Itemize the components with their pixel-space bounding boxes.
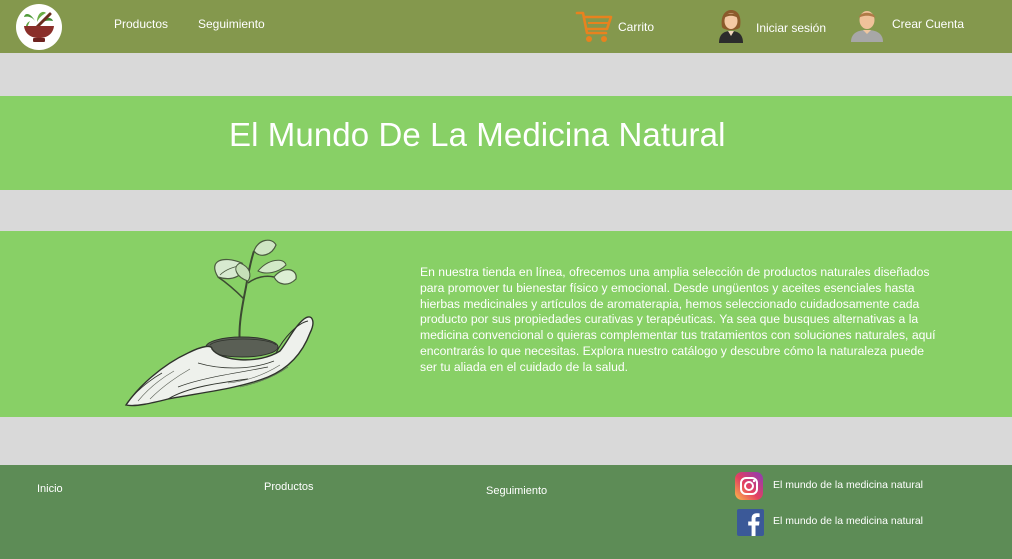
page-title: El Mundo De La Medicina Natural [229,116,726,153]
nav-link-iniciar-sesion[interactable]: Iniciar sesión [756,21,826,35]
nav-link-seguimiento[interactable]: Seguimiento [198,17,265,31]
footer-link-seguimiento[interactable]: Seguimiento [486,485,547,497]
woman-avatar-icon[interactable] [712,9,750,43]
hand-holding-plant-illustration [108,237,320,409]
instagram-icon[interactable] [735,472,763,500]
nav-link-productos[interactable]: Productos [114,17,168,31]
instagram-link[interactable]: El mundo de la medicina natural [773,479,923,491]
hero-banner: El Mundo De La Medicina Natural [0,96,1012,190]
footer: Inicio Productos Seguimiento El mundo de… [0,465,1012,559]
facebook-icon[interactable] [737,509,764,536]
man-avatar-icon[interactable] [848,8,886,42]
footer-link-inicio[interactable]: Inicio [37,483,63,495]
nav-link-carrito[interactable]: Carrito [618,20,654,34]
mortar-pestle-logo-icon[interactable] [16,4,62,50]
facebook-link[interactable]: El mundo de la medicina natural [773,515,923,527]
footer-link-productos[interactable]: Productos [264,481,314,493]
top-navbar: Productos Seguimiento Carrito Iniciar se… [0,0,1012,53]
shopping-cart-icon[interactable] [575,8,613,44]
about-description: En nuestra tienda en línea, ofrecemos un… [420,265,936,374]
about-section: En nuestra tienda en línea, ofrecemos un… [0,231,1012,417]
nav-link-crear-cuenta[interactable]: Crear Cuenta [892,17,964,31]
